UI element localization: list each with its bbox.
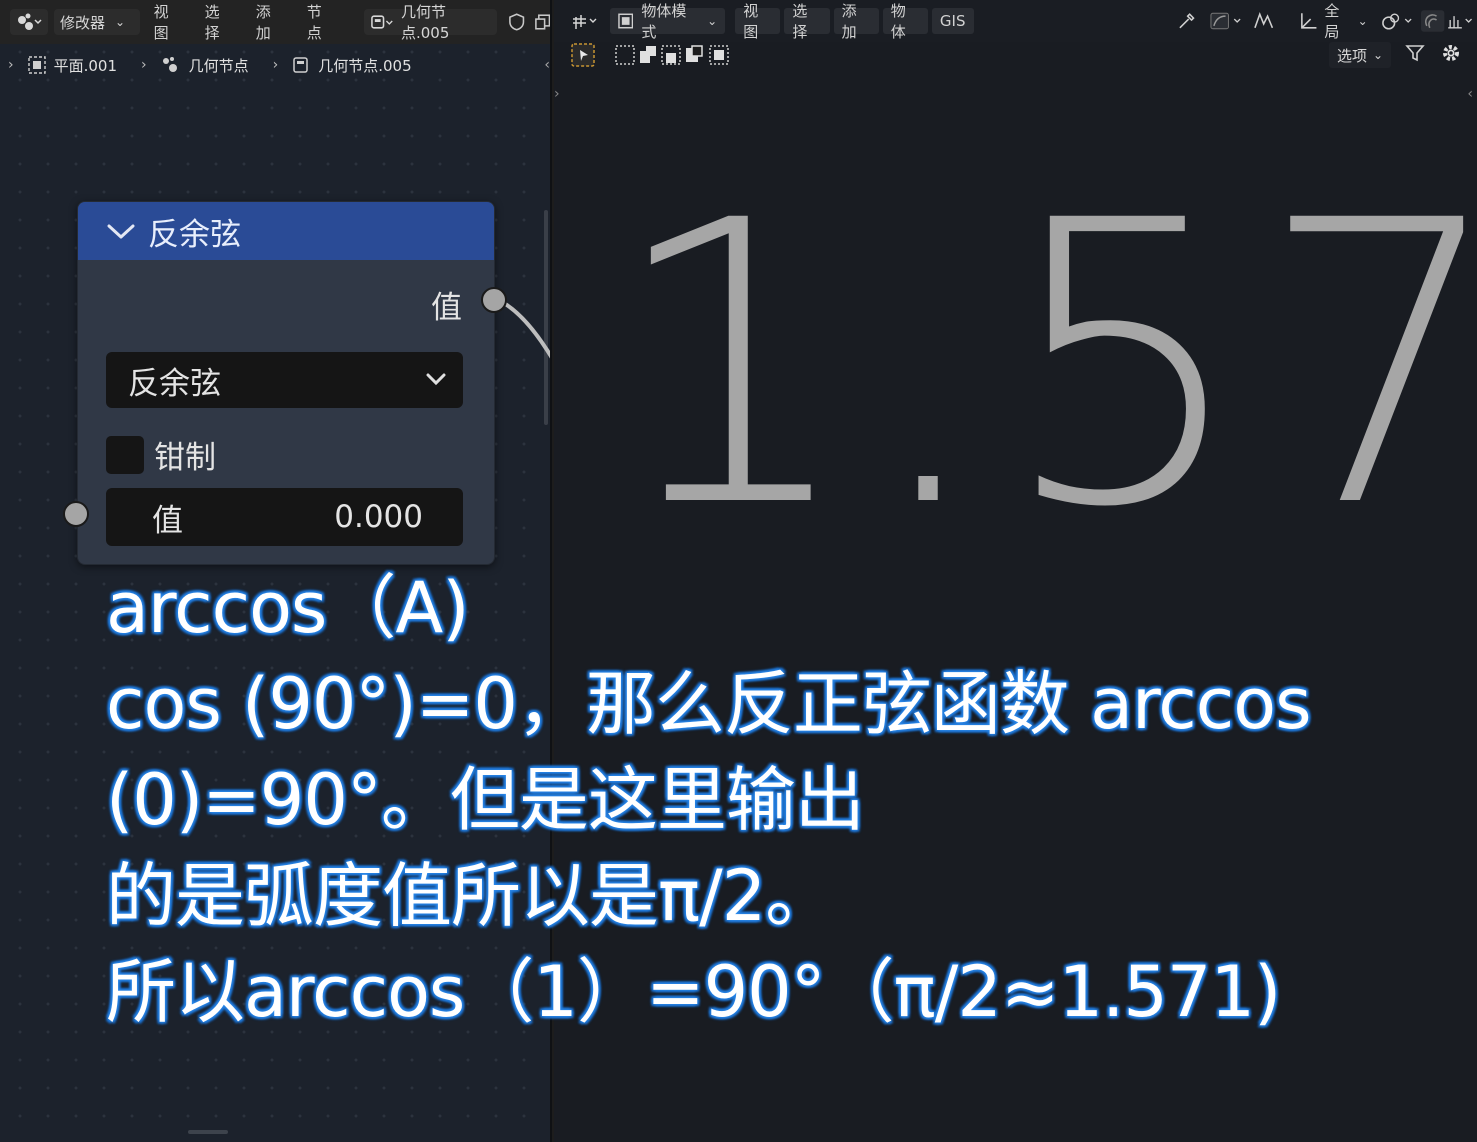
options-dropdown[interactable]: 选项 ⌄: [1329, 42, 1392, 68]
gizmo-visibility-icon[interactable]: [1252, 10, 1275, 32]
subtitle-line: 的是弧度值所以是π/2。: [106, 855, 835, 937]
menu-node[interactable]: 节点: [299, 3, 344, 42]
subtitle-line: (0)=90°。但是这里输出: [106, 759, 865, 841]
viewport-axes-icon: [573, 15, 597, 29]
chevron-down-icon: [426, 373, 446, 386]
filter-icon[interactable]: [1404, 42, 1426, 64]
pivot-point-icon[interactable]: [1380, 10, 1417, 32]
expand-toolbar-icon[interactable]: ›: [554, 86, 560, 102]
chevron-down-icon: ⌄: [1357, 14, 1368, 28]
mesh-plane-icon: [27, 56, 46, 74]
arccos-math-node[interactable]: 反余弦 值 反余弦 钳制 值 0.000: [77, 201, 495, 565]
transform-orientation-icon[interactable]: [1297, 10, 1320, 32]
selection-mode-toolbar: [570, 42, 732, 68]
node-title: 反余弦: [148, 216, 241, 253]
subtitle-overlay: arccos（A) cos (90°)=0，那么反正弦函数 arccos (0)…: [106, 560, 1446, 1040]
node-tree-icon: [18, 13, 42, 30]
input-value-number: 0.000: [334, 499, 423, 535]
select-box-tool-icon[interactable]: [570, 42, 596, 68]
menu-select[interactable]: 选择: [197, 3, 242, 42]
snap-magnet-icon[interactable]: [1420, 10, 1477, 32]
breadcrumb-modifier-label: 几何节点: [188, 56, 249, 75]
node-editor-header: 修改器 ⌄ 视图 选择 添加 节点 几何节点.005: [0, 0, 552, 44]
eyedropper-icon[interactable]: [1176, 10, 1197, 32]
snap-curve-icon[interactable]: [1209, 10, 1248, 32]
viewport-right-icons: [1404, 42, 1462, 64]
editor-type-selector[interactable]: [10, 9, 48, 35]
operation-dropdown[interactable]: 反余弦: [106, 352, 463, 408]
output-socket[interactable]: [481, 287, 507, 313]
subtitle-line: cos (90°)=0，那么反正弦函数 arccos: [106, 663, 1312, 745]
node-group-selector[interactable]: 几何节点.005: [363, 3, 498, 42]
menu-object[interactable]: 物体: [882, 2, 928, 41]
options-label: 选项: [1337, 46, 1368, 65]
node-title-bar[interactable]: 反余弦: [78, 202, 494, 260]
node-group-name: 几何节点.005: [400, 3, 450, 42]
breadcrumb-modifier: 几何节点: [161, 55, 249, 76]
breadcrumb: › 平面.001 › 几何节点 › 几何节点.005 ‹: [0, 46, 550, 84]
input-socket[interactable]: [63, 501, 89, 527]
viewport-text-object: 1.571: [608, 138, 1477, 592]
mode-label: 物体模式: [641, 2, 687, 41]
breadcrumb-object-label: 平面.001: [53, 56, 118, 75]
menu-gis[interactable]: GIS: [931, 8, 974, 34]
modifier-selector[interactable]: 修改器 ⌄: [54, 9, 140, 35]
menu-add[interactable]: 添加: [833, 2, 879, 41]
operation-value: 反余弦: [128, 365, 221, 402]
modifier-label: 修改器: [60, 13, 106, 32]
breadcrumb-node-group: 几何节点.005: [292, 55, 412, 76]
menu-view[interactable]: 视图: [735, 2, 781, 41]
subtitle-line: 所以arccos（1）=90°（π/2≈1.571): [106, 951, 1281, 1033]
expand-sidebar-icon[interactable]: ‹: [1467, 86, 1473, 102]
collapse-chevron-icon[interactable]: [106, 221, 136, 241]
output-socket-label: 值: [431, 290, 462, 326]
copy-icon[interactable]: [533, 12, 552, 32]
editor-type-selector[interactable]: [564, 8, 606, 34]
fake-user-shield-icon[interactable]: [507, 12, 526, 32]
breadcrumb-node-group-label: 几何节点.005: [318, 56, 412, 75]
collapse-sidebar-icon[interactable]: ‹: [544, 57, 550, 73]
input-value-field[interactable]: 值 0.000: [106, 488, 463, 546]
selection-modes-icon[interactable]: [614, 43, 732, 67]
region-resize-handle[interactable]: [188, 1130, 228, 1134]
menu-add[interactable]: 添加: [248, 3, 293, 42]
menu-view[interactable]: 视图: [146, 3, 191, 42]
node-group-icon: [371, 15, 393, 29]
clamp-label: 钳制: [154, 440, 216, 476]
transform-orientation-label[interactable]: 全局: [1324, 0, 1353, 42]
chevron-right-icon: ›: [141, 57, 147, 73]
object-mode-icon: [618, 13, 634, 29]
clamp-checkbox[interactable]: [106, 435, 144, 474]
clamp-row: 钳制: [106, 432, 216, 477]
chevron-right-icon[interactable]: ›: [2, 57, 20, 73]
node-group-icon: [293, 57, 308, 73]
geometry-nodes-icon: [162, 57, 177, 72]
chevron-down-icon: ⌄: [115, 15, 126, 29]
viewport-header: 物体模式 ⌄ 视图 选择 添加 物体 GIS 全局 ⌄: [554, 0, 1477, 42]
menu-select[interactable]: 选择: [784, 2, 830, 41]
input-value-label: 值: [152, 502, 183, 539]
chevron-down-icon: ⌄: [707, 14, 718, 28]
chevron-down-icon: ⌄: [1373, 48, 1384, 62]
chevron-right-icon: ›: [272, 57, 279, 73]
subtitle-line: arccos（A): [106, 567, 470, 649]
gear-icon[interactable]: [1440, 42, 1462, 64]
breadcrumb-object: 平面.001: [27, 55, 118, 76]
mode-selector[interactable]: 物体模式 ⌄: [610, 2, 726, 41]
